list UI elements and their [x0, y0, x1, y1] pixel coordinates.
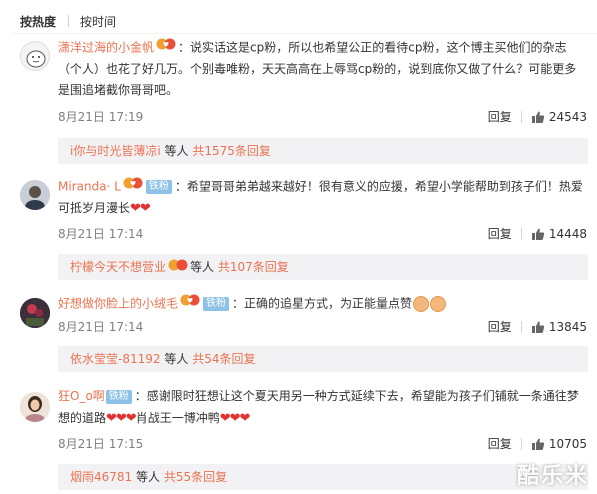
- svg-text:♥: ♥: [130, 180, 136, 188]
- comment-text: 狂O_o啊 铁粉 ：感谢限时狂想让这个夏天用另一种方式延续下去，希望能为孩子们铺就一…: [58, 386, 588, 429]
- like-button[interactable]: 24543: [531, 110, 587, 124]
- comment-actions: 回复 13845: [488, 318, 587, 335]
- reply-button[interactable]: 回复: [488, 318, 512, 335]
- sub-reply-user[interactable]: i你与时光皆薄凉i: [70, 144, 161, 158]
- sub-reply-user[interactable]: 依水莹莹-81192: [70, 352, 161, 366]
- tab-by-hot[interactable]: 按热度: [20, 13, 56, 30]
- avatar[interactable]: [20, 298, 50, 328]
- action-divider: [520, 320, 522, 333]
- action-divider: [520, 437, 522, 450]
- comment-text: Miranda· L ♥ 铁粉 ：希望哥哥弟弟越来越好！很有意义的应援，希望小学能帮助…: [58, 176, 588, 219]
- comment-meta: 8月21日 17:14 回复 13845: [58, 316, 587, 336]
- comment-actions: 回复 10705: [488, 435, 587, 452]
- sub-reply-etc: 等人: [164, 352, 189, 366]
- fan-badge-icon: ♥: [180, 293, 200, 315]
- sub-reply-user[interactable]: 柠檬今天不想营业: [70, 260, 166, 274]
- iron-fan-tag: 铁粉: [203, 296, 230, 311]
- like-count: 10705: [548, 436, 587, 451]
- like-button[interactable]: 10705: [531, 437, 587, 451]
- action-divider: [520, 227, 522, 240]
- thumbs-up-icon: [531, 228, 544, 240]
- like-button[interactable]: 13845: [531, 320, 587, 334]
- thumbs-up-icon: [531, 438, 544, 450]
- sub-reply-count[interactable]: 共55条回复: [164, 470, 227, 484]
- sub-reply-etc: 等人: [136, 470, 161, 484]
- username-link[interactable]: 好想做你脸上的小绒毛: [58, 296, 178, 310]
- sub-reply-etc: 等人: [190, 260, 215, 274]
- username-link[interactable]: 狂O_o啊: [58, 389, 105, 403]
- sub-replies[interactable]: 依水莹莹-81192 等人 共54条回复: [58, 346, 588, 372]
- sub-replies[interactable]: 烟雨46781 等人 共55条回复: [58, 464, 588, 490]
- iron-fan-tag: 铁粉: [145, 179, 172, 194]
- sub-reply-count[interactable]: 共1575条回复: [192, 144, 271, 158]
- comment-actions: 回复 24543: [488, 108, 587, 125]
- comment-actions: 回复 14448: [488, 225, 587, 242]
- fan-badge-icon: ♥: [123, 176, 143, 198]
- thumbs-up-emoji-icon: [430, 295, 447, 312]
- like-count: 14448: [548, 226, 587, 241]
- comment-meta: 8月21日 17:14 回复 14448: [58, 223, 587, 243]
- username-link[interactable]: 潇洋过海的小金帆: [58, 40, 154, 54]
- sub-reply-count[interactable]: 共54条回复: [192, 352, 255, 366]
- iron-fan-tag: 铁粉: [105, 389, 132, 404]
- comment-time: 8月21日 17:19: [58, 110, 144, 124]
- comment-text: 好想做你脸上的小绒毛 ♥ 铁粉 ：正确的追星方式，为正能量点赞: [58, 293, 588, 315]
- like-count: 13845: [548, 319, 587, 334]
- sub-replies[interactable]: i你与时光皆薄凉i 等人 共1575条回复: [58, 138, 588, 164]
- tab-divider: [68, 15, 70, 27]
- fan-badge-icon: [168, 255, 188, 281]
- comment-meta: 8月21日 17:19 回复 24543: [58, 106, 587, 126]
- sub-reply-etc: 等人: [164, 144, 189, 158]
- avatar-image: [26, 50, 46, 68]
- reply-button[interactable]: 回复: [488, 108, 512, 125]
- tab-by-time[interactable]: 按时间: [80, 13, 116, 30]
- thumbs-up-icon: [531, 111, 544, 123]
- watermark: 酷乐米: [516, 464, 589, 489]
- comment-content: ：正确的追星方式，为正能量点赞: [232, 296, 413, 311]
- comment-content-tail: 肖战王一博冲鸭: [135, 410, 220, 425]
- comment-text: 潇洋过海的小金帆 ♥ ：说实话这是cp粉，所以也希望公正的看待cp粉，这个博主买他们…: [58, 37, 588, 102]
- like-count: 24543: [548, 109, 587, 124]
- divider: [12, 33, 597, 34]
- comment-time: 8月21日 17:15: [58, 437, 144, 451]
- reply-button[interactable]: 回复: [488, 225, 512, 242]
- avatar[interactable]: [20, 41, 50, 71]
- sub-reply-count[interactable]: 共107条回复: [218, 260, 289, 274]
- sub-reply-user[interactable]: 烟雨46781: [70, 470, 132, 484]
- comment-meta: 8月21日 17:15 回复 10705: [58, 433, 587, 453]
- heart-emoji: ❤❤❤: [106, 410, 137, 426]
- svg-text:♥: ♥: [163, 41, 169, 49]
- thumbs-up-icon: [531, 321, 544, 333]
- reply-button[interactable]: 回复: [488, 435, 512, 452]
- sort-tabs: 按热度 按时间: [20, 10, 116, 32]
- avatar[interactable]: [20, 392, 50, 422]
- username-link[interactable]: Miranda· L: [58, 179, 121, 193]
- avatar-image: [20, 392, 50, 422]
- svg-text:♥: ♥: [187, 297, 193, 305]
- fan-badge-icon: ♥: [156, 37, 176, 59]
- heart-emoji: ❤❤: [130, 200, 151, 216]
- action-divider: [520, 110, 522, 123]
- sub-replies[interactable]: 柠檬今天不想营业 等人 共107条回复: [58, 254, 588, 280]
- like-button[interactable]: 14448: [531, 227, 587, 241]
- avatar-image: [20, 180, 50, 210]
- comment-time: 8月21日 17:14: [58, 320, 144, 334]
- thumbs-up-emoji-icon: [413, 295, 430, 312]
- comment-time: 8月21日 17:14: [58, 227, 144, 241]
- avatar-image: [20, 298, 50, 328]
- heart-emoji: ❤❤❤: [219, 410, 251, 426]
- avatar[interactable]: [20, 180, 50, 210]
